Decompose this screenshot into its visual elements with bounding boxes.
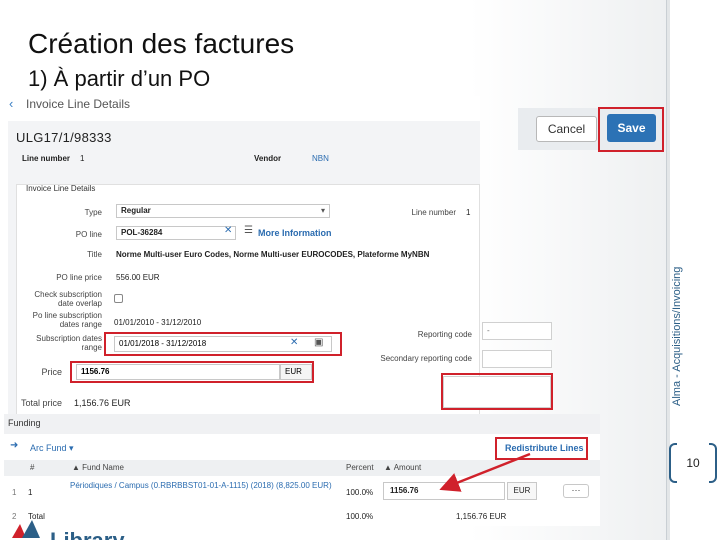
section-title: Invoice Line Details [26,184,96,193]
secondary-reporting-label: Secondary reporting code [380,354,472,363]
vendor-label: Vendor [254,154,282,163]
row1-index: 1 [12,488,17,497]
type-value: Regular [121,206,151,215]
reporting-code-label: Reporting code [417,330,472,339]
col-fund-name[interactable]: ▲ Fund Name [72,463,124,472]
library-logo: Library [4,516,125,540]
clear-icon[interactable]: ✕ [224,225,232,236]
col-percent: Percent [346,463,374,472]
logo-text: Library [50,530,125,540]
slide-subtitle: 1) À partir d’un PO [28,66,211,91]
reporting-code-input[interactable]: - [482,322,552,340]
page-number: 10 [686,456,700,470]
row2-percent: 100.0% [346,512,374,521]
row1-number: 1 [28,488,33,497]
invoice-ref: ULG17/1/98333 [16,130,112,145]
line-number-label: Line number [22,154,71,163]
col-amount[interactable]: ▲ Amount [384,463,421,472]
check-subscription-checkbox[interactable] [114,294,123,303]
total-price-value: 1,156.76 EUR [74,398,131,408]
cancel-button[interactable]: Cancel [536,116,597,142]
line-number2-label: Line number [411,208,456,217]
chevron-down-icon: ▾ [320,206,325,215]
total-price-label: Total price [20,398,62,408]
col-number: # [30,463,35,472]
arc-fund-menu[interactable]: Arc Fund ▾ [30,443,74,454]
row1-fund-name[interactable]: Périodiques / Campus (0.RBRBBST01-01-A-1… [70,481,334,491]
title-label: Title [87,250,102,259]
row1-more-button[interactable]: ··· [563,484,589,498]
row2-amount: 1,156.76 EUR [456,512,507,521]
type-label: Type [84,208,102,217]
slide: Création des factures 1) À partir d’un P… [0,0,720,540]
reporting-code-value: - [487,326,490,335]
secondary-reporting-input[interactable] [482,350,552,368]
po-line-value: POL-36284 [121,228,163,237]
sub-dates-label: Subscription dates range [36,334,102,352]
line-number2-value: 1 [466,208,471,217]
po-line-input[interactable]: POL-36284 [116,226,236,240]
arc-icon: ➜ [10,440,19,451]
vendor-value[interactable]: NBN [312,154,329,163]
price-label: Price [41,367,62,377]
highlight-price [70,361,314,383]
slide-title: Création des factures [28,28,295,59]
highlight-sub-dates [104,332,342,356]
funding-header-bar [4,414,600,434]
po-price-label: PO line price [56,273,102,282]
check-subscription-label: Check subscription date overlap [34,290,102,308]
funding-header: Funding [8,418,41,428]
invoice-line-header: Invoice Line Details [26,97,131,111]
line-number-value: 1 [80,154,85,163]
po-line-label: PO line [75,230,102,239]
side-label: Alma - Acquisitions/Invoicing [671,266,683,406]
type-select[interactable]: Regular ▾ [116,204,330,218]
po-sub-range-label: Po line subscription dates range [32,311,102,329]
back-chevron-icon[interactable]: ‹ [9,96,13,111]
logo-mark-icon [12,520,40,538]
row1-amount: 1156.76 [390,486,419,495]
more-information-link[interactable]: More Information [258,228,332,238]
arrow-icon [439,452,531,492]
highlight-save [598,107,664,152]
row1-percent: 100.0% [346,488,374,497]
highlight-note [441,373,553,410]
po-sub-range-value: 01/01/2010 - 31/12/2010 [114,318,202,327]
list-icon[interactable]: ☰ [244,225,253,236]
po-price-value: 556.00 EUR [116,273,160,282]
title-value: Norme Multi-user Euro Codes, Norme Multi… [116,250,430,259]
